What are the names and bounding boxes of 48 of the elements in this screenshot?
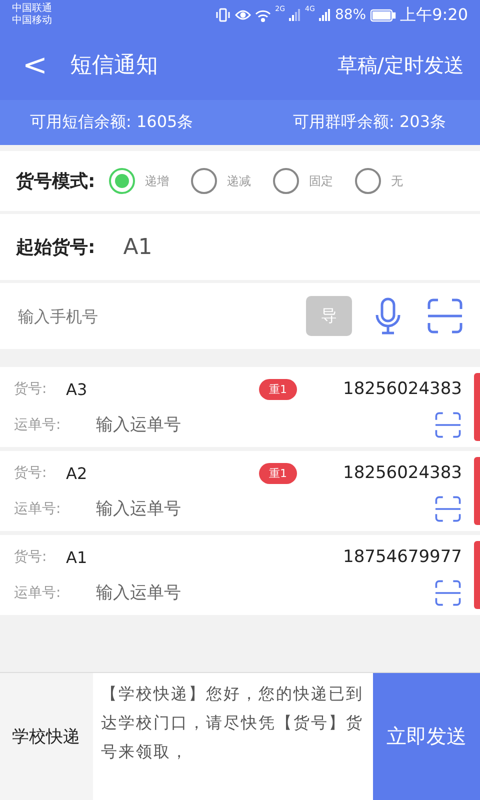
phone-number: 18256024383 (343, 463, 462, 483)
sms-quota: 可用短信余额: 1605条 (30, 112, 194, 133)
start-number-value: A1 (123, 234, 152, 260)
template-name[interactable]: 学校快递 (0, 673, 93, 800)
scan-button[interactable] (434, 495, 462, 523)
scan-icon (434, 579, 462, 607)
mode-radio[interactable]: 递减 (191, 168, 252, 194)
duplicate-badge: 重1 (259, 378, 298, 400)
mode-radio[interactable]: 递增 (109, 168, 170, 194)
battery-icon (370, 8, 396, 22)
scan-icon (434, 411, 462, 439)
number-label: 货号: (14, 548, 48, 566)
wifi-icon (255, 8, 272, 22)
call-quota: 可用群呼余额: 203条 (292, 112, 446, 133)
drafts-link[interactable]: 草稿/定时发送 (337, 52, 464, 78)
scan-button[interactable] (434, 579, 462, 607)
message-text: 【学校快递】您好，您的快递已到达学校门口，请尽快凭【货号】货号来领取， (100, 683, 364, 763)
back-button[interactable]: < (20, 48, 50, 82)
carrier-name: 中国联通 (12, 3, 52, 14)
duplicate-badge: 重1 (259, 462, 298, 484)
phone-number: 18754679977 (343, 547, 462, 567)
eye-icon (235, 9, 252, 21)
microphone-icon (374, 297, 402, 335)
scan-icon (426, 297, 464, 335)
parcel-number: A1 (66, 548, 88, 566)
parcel-number: A2 (66, 464, 88, 482)
scan-icon (434, 495, 462, 523)
parcel-number: A3 (66, 380, 88, 398)
mode-radio[interactable]: 固定 (273, 168, 334, 194)
waybill-label: 运单号: (14, 584, 62, 602)
page-title: 短信通知 (70, 52, 159, 80)
waybill-label: 运单号: (14, 416, 62, 434)
signal-icon (318, 9, 331, 21)
waybill-label: 运单号: (14, 500, 62, 518)
number-label: 货号: (14, 464, 48, 482)
start-number-label: 起始货号: (16, 236, 96, 259)
mic-button[interactable] (374, 297, 402, 335)
scan-button[interactable] (426, 297, 464, 335)
battery-percent: 88% (334, 7, 366, 23)
send-button[interactable]: 立即发送 (373, 673, 480, 800)
number-label: 货号: (14, 380, 48, 398)
scan-button[interactable] (434, 411, 462, 439)
signal-icon (289, 9, 302, 21)
carrier-name: 中国移动 (12, 15, 52, 27)
vibrate-icon (215, 8, 232, 22)
mode-label: 货号模式: (16, 170, 96, 193)
clock-time: 上午9:20 (400, 4, 468, 26)
phone-number: 18256024383 (343, 379, 462, 399)
